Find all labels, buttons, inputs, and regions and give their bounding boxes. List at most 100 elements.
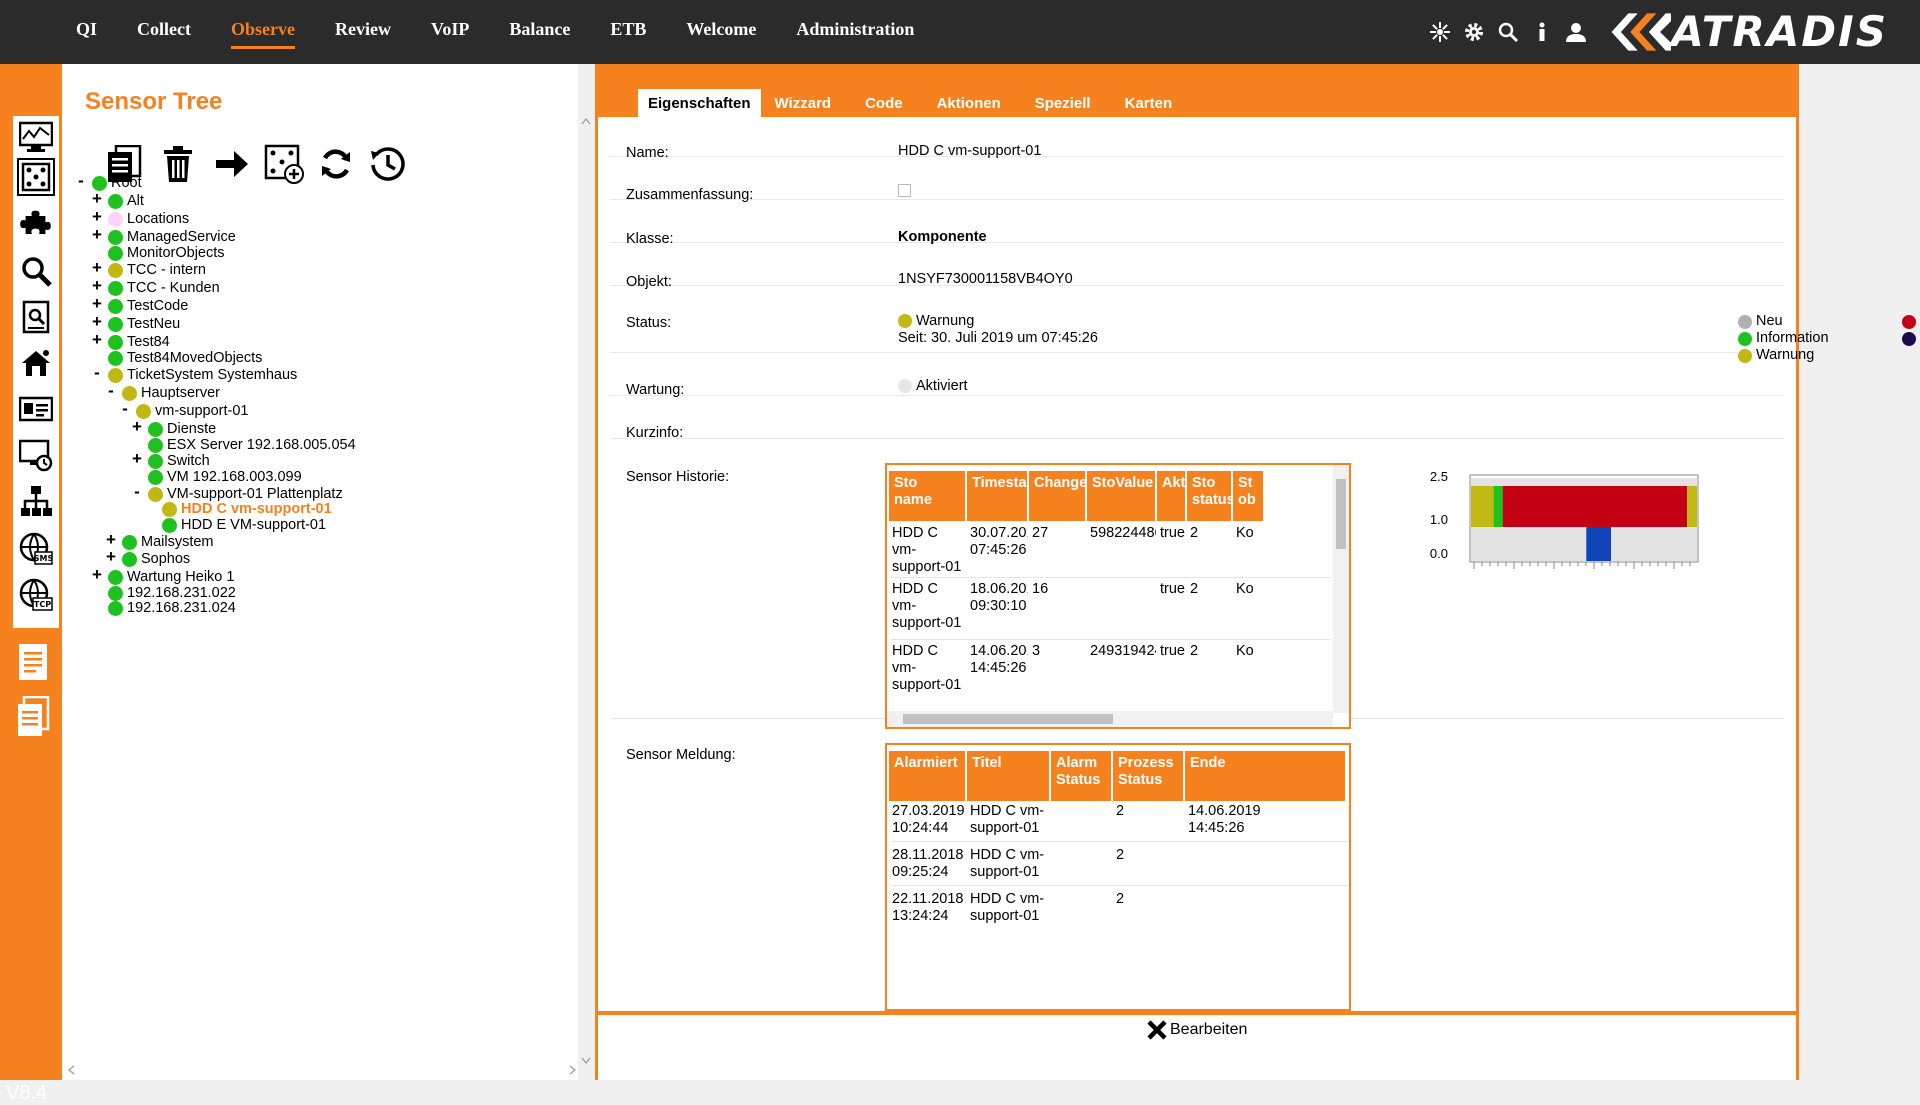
history-vertical-scrollbar-thumb[interactable] — [1336, 479, 1346, 549]
trash-icon[interactable] — [156, 142, 200, 186]
expand-toggle[interactable]: + — [91, 312, 103, 332]
tree-node[interactable]: - vm-support-01 — [122, 399, 248, 420]
detail-tabs: Eigenschaften Wizzard Code Aktionen Speziell… — [638, 89, 1196, 117]
column-header[interactable]: Sto status — [1187, 471, 1231, 521]
tree-node[interactable]: VM 192.168.003.099 — [148, 468, 302, 486]
collapse-toggle[interactable]: - — [75, 171, 87, 191]
tree-node[interactable]: + TestCode — [92, 294, 188, 315]
column-header[interactable]: Titel — [967, 751, 1049, 801]
globe-tcp-icon[interactable]: TCP — [17, 576, 55, 614]
nav-item-collect[interactable]: Collect — [137, 19, 191, 49]
expand-toggle[interactable]: + — [91, 207, 103, 227]
expand-toggle[interactable]: + — [91, 276, 103, 296]
tree-node[interactable]: + Mailsystem — [106, 530, 213, 551]
tree-node[interactable]: + Sophos — [106, 547, 190, 568]
tree-vertical-scrollbar[interactable] — [580, 116, 592, 1066]
arrow-right-icon[interactable] — [210, 142, 254, 186]
table-cell: Ko — [1236, 525, 1254, 541]
tree-node[interactable]: + TCC - Kunden — [92, 276, 220, 297]
tab-wizzard[interactable]: Wizzard — [765, 89, 842, 117]
nav-item-administration[interactable]: Administration — [796, 19, 914, 49]
expand-toggle[interactable]: + — [91, 225, 103, 245]
history-horizontal-scrollbar[interactable] — [887, 711, 1333, 727]
status-dot — [108, 193, 123, 209]
nav-item-welcome[interactable]: Welcome — [686, 19, 756, 49]
home-network-icon[interactable] — [17, 344, 55, 382]
tree-horizontal-scrollbar[interactable] — [66, 1062, 578, 1078]
globe-sms-icon[interactable]: SMS — [17, 530, 55, 568]
close-icon — [1147, 1020, 1167, 1040]
column-header[interactable]: Timestamp — [967, 471, 1027, 521]
monitor-clock-icon[interactable] — [17, 436, 55, 474]
tree-node[interactable]: MonitorObjects — [108, 244, 225, 262]
documents-icon[interactable] — [16, 695, 50, 736]
tab-aktionen[interactable]: Aktionen — [927, 89, 1011, 117]
nav-item-balance[interactable]: Balance — [509, 19, 570, 49]
column-header[interactable]: Change — [1029, 471, 1085, 521]
tree-node[interactable]: 192.168.231.024 — [108, 599, 236, 617]
expand-toggle[interactable]: + — [91, 565, 103, 585]
collapse-toggle[interactable]: - — [105, 381, 117, 401]
class-value: Komponente — [898, 229, 987, 245]
tree-node[interactable]: + TCC - intern — [92, 258, 206, 279]
nav-item-qi[interactable]: QI — [76, 19, 97, 49]
expand-toggle[interactable]: + — [105, 547, 117, 567]
tab-code[interactable]: Code — [855, 89, 913, 117]
tab-karten[interactable]: Karten — [1115, 89, 1183, 117]
tree-node[interactable]: + Alt — [92, 189, 144, 210]
hierarchy-icon[interactable] — [17, 482, 55, 520]
document-search-icon[interactable] — [17, 298, 55, 336]
column-header[interactable]: Akt — [1157, 471, 1185, 521]
maintenance-value[interactable]: Aktiviert — [898, 378, 968, 394]
expand-toggle[interactable]: + — [91, 258, 103, 278]
history-horizontal-scrollbar-thumb[interactable] — [903, 714, 1113, 724]
tab-speziell[interactable]: Speziell — [1025, 89, 1101, 117]
column-header[interactable]: St ob — [1233, 471, 1263, 521]
expand-toggle[interactable]: + — [131, 417, 143, 437]
monitor-chart-icon[interactable] — [17, 118, 55, 156]
table-cell: 16 — [1032, 581, 1049, 597]
edit-button[interactable]: Bearbeiten — [1146, 1019, 1247, 1041]
document-icon[interactable] — [16, 642, 50, 682]
tree-node[interactable]: HDD E VM-support-01 — [162, 516, 326, 534]
summary-checkbox[interactable] — [898, 184, 911, 197]
dice-sensor-icon[interactable] — [17, 158, 55, 196]
search-icon[interactable] — [1496, 18, 1520, 46]
collapse-toggle[interactable]: - — [91, 363, 103, 383]
user-icon[interactable] — [1564, 18, 1588, 46]
tree-node[interactable]: + Locations — [92, 207, 189, 228]
expand-toggle[interactable]: + — [91, 330, 103, 350]
gear-icon[interactable] — [1462, 18, 1486, 46]
collapse-toggle[interactable]: - — [131, 482, 143, 502]
tree-node[interactable]: - Hauptserver — [108, 381, 220, 402]
column-header[interactable]: Alarm Status — [1051, 751, 1111, 801]
tree-node[interactable]: + TestNeu — [92, 312, 180, 333]
search-icon[interactable] — [17, 252, 55, 290]
refresh-icon[interactable] — [314, 142, 358, 186]
column-header[interactable]: Prozess Status — [1113, 751, 1183, 801]
expand-toggle[interactable]: + — [91, 189, 103, 209]
tab-eigenschaften[interactable]: Eigenschaften — [638, 89, 761, 117]
nav-item-review[interactable]: Review — [335, 19, 391, 49]
status-dot — [108, 600, 123, 616]
column-header[interactable]: Sto name — [889, 471, 965, 521]
add-sensor-icon[interactable] — [262, 142, 306, 186]
puzzle-icon[interactable] — [17, 204, 55, 242]
settings-wheel-icon[interactable] — [1428, 18, 1452, 46]
expand-toggle[interactable]: + — [91, 294, 103, 314]
column-header[interactable]: Ende — [1185, 751, 1345, 801]
collapse-toggle[interactable]: - — [119, 399, 131, 419]
history-icon[interactable] — [366, 142, 410, 186]
id-card-icon[interactable] — [17, 390, 55, 428]
nav-item-voip[interactable]: VoIP — [431, 19, 469, 49]
nav-item-etb[interactable]: ETB — [610, 19, 646, 49]
tree-node[interactable]: Test84MovedObjects — [108, 349, 262, 367]
tree-node[interactable]: - TicketSystem Systemhaus — [94, 363, 297, 384]
history-vertical-scrollbar[interactable] — [1333, 465, 1349, 713]
tree-node-label: Wartung Heiko 1 — [127, 569, 235, 585]
expand-toggle[interactable]: + — [131, 449, 143, 469]
column-header[interactable]: StoValue — [1087, 471, 1155, 521]
info-icon[interactable] — [1530, 18, 1554, 46]
column-header[interactable]: Alarmiert — [889, 751, 965, 801]
nav-item-observe[interactable]: Observe — [231, 19, 295, 49]
